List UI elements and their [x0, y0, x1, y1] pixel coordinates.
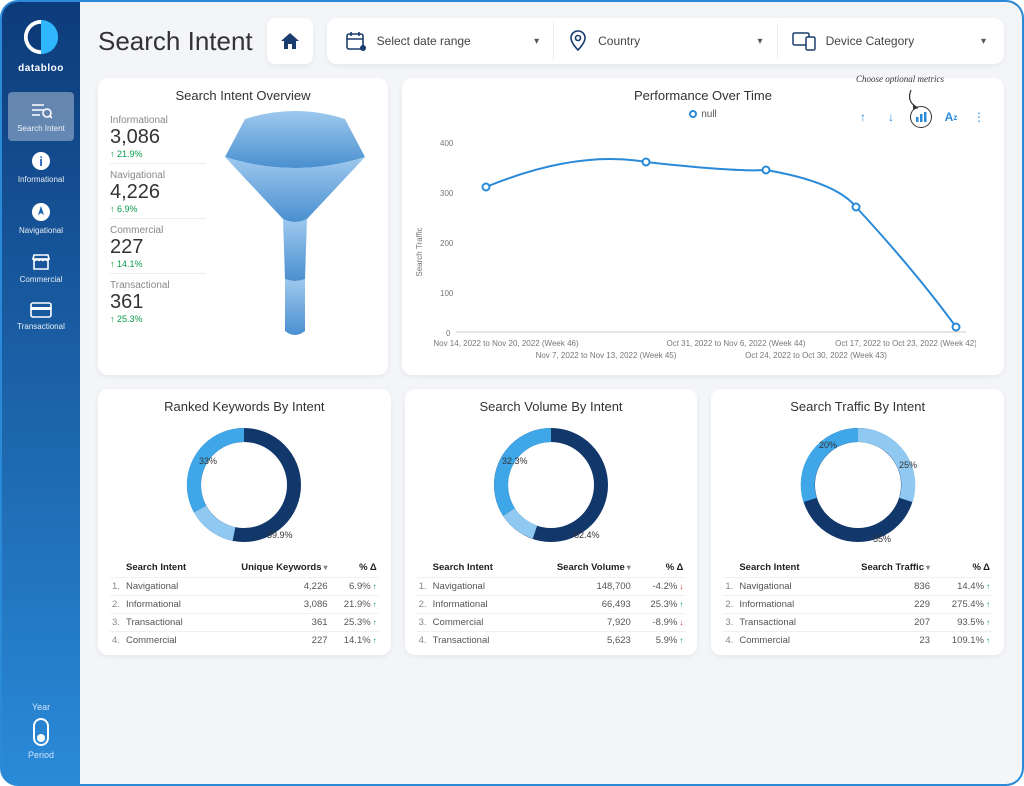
compass-icon	[2, 202, 80, 222]
home-button[interactable]	[267, 18, 313, 64]
home-icon	[279, 31, 301, 51]
table-row: 1.Navigational83614.4%↑	[723, 578, 992, 596]
donut-chart: 20% 25% 55%	[723, 420, 992, 550]
table-row: 1.Navigational148,700-4.2%↓	[417, 578, 686, 596]
card-performance-over-time: Choose optional metrics Performance Over…	[402, 78, 1004, 375]
donut-chart: 33% 59.9%	[110, 420, 379, 550]
funnel-chart	[214, 109, 376, 339]
page-title: Search Intent	[98, 26, 253, 57]
card-title: Search Intent Overview	[110, 88, 376, 103]
sort-asc-icon[interactable]: ↑	[854, 108, 872, 126]
card-search-intent-overview: Search Intent Overview Informational 3,0…	[98, 78, 388, 375]
svg-text:400: 400	[440, 139, 454, 148]
svg-text:Oct 31, 2022 to Nov 6, 2022 (W: Oct 31, 2022 to Nov 6, 2022 (Week 44)	[666, 339, 805, 348]
table-row: 2.Informational3,08621.9%↑	[110, 596, 379, 614]
svg-text:Nov 14, 2022 to Nov 20, 2022 (: Nov 14, 2022 to Nov 20, 2022 (Week 46)	[433, 339, 579, 348]
device-icon	[792, 31, 816, 51]
svg-text:Search Traffic: Search Traffic	[416, 227, 424, 276]
sort-desc-icon[interactable]: ↓	[882, 108, 900, 126]
filter-country[interactable]: Country ▾	[553, 22, 776, 60]
svg-text:32.3%: 32.3%	[502, 456, 528, 466]
logo: databloo	[18, 18, 64, 74]
annotation-text: Choose optional metrics	[856, 74, 944, 84]
location-icon	[568, 30, 588, 52]
main-content: Search Intent Select date range ▾ Countr…	[80, 2, 1022, 784]
sidebar: databloo Search Intent i Informational N…	[2, 2, 80, 784]
card-icon	[2, 302, 80, 318]
sidebar-item-search-intent[interactable]: Search Intent	[8, 92, 74, 141]
sidebar-item-label: Informational	[2, 175, 80, 184]
table-row: 4.Commercial23109.1%↑	[723, 632, 992, 650]
calendar-icon	[345, 31, 367, 51]
sidebar-item-label: Commercial	[2, 275, 80, 284]
svg-text:0: 0	[446, 329, 451, 338]
svg-text:Oct 24, 2022 to Oct 30, 2022 (: Oct 24, 2022 to Oct 30, 2022 (Week 43)	[745, 351, 887, 360]
sidebar-item-label: Search Intent	[8, 124, 74, 133]
svg-text:i: i	[39, 154, 43, 169]
brand-name: databloo	[18, 63, 64, 74]
svg-text:33%: 33%	[199, 456, 217, 466]
svg-text:300: 300	[440, 189, 454, 198]
filter-label: Device Category	[826, 34, 915, 48]
table-row: 1.Navigational4,2266.9%↑	[110, 578, 379, 596]
svg-text:59.9%: 59.9%	[267, 530, 293, 540]
sidebar-item-label: Transactional	[2, 322, 80, 331]
sidebar-item-navigational[interactable]: Navigational	[2, 192, 80, 243]
card-title: Ranked Keywords By Intent	[110, 399, 379, 414]
chevron-down-icon: ▾	[981, 36, 986, 47]
svg-text:Nov 7, 2022 to Nov 13, 2022 (W: Nov 7, 2022 to Nov 13, 2022 (Week 45)	[536, 351, 677, 360]
chevron-down-icon: ▾	[758, 36, 763, 47]
filter-date-range[interactable]: Select date range ▾	[331, 23, 553, 59]
search-traffic-table: Search IntentSearch Traffic▾% Δ 1.Naviga…	[723, 558, 992, 649]
overview-row-transactional: Transactional 361 ↑ 25.3%	[110, 273, 206, 328]
sidebar-item-informational[interactable]: i Informational	[2, 141, 80, 192]
store-icon	[2, 253, 80, 271]
svg-text:200: 200	[440, 239, 454, 248]
more-options-icon[interactable]: ⋮	[970, 108, 988, 126]
chevron-down-icon: ▾	[534, 36, 539, 47]
table-row: 4.Commercial22714.1%↑	[110, 632, 379, 650]
table-row: 3.Transactional20793.5%↑	[723, 614, 992, 632]
search-volume-table: Search IntentSearch Volume▾% Δ 1.Navigat…	[417, 558, 686, 649]
overview-row-informational: Informational 3,086 ↑ 21.9%	[110, 109, 206, 163]
card-ranked-keywords: Ranked Keywords By Intent 33% 59.9% Sear…	[98, 389, 391, 655]
ranked-keywords-table: Search IntentUnique Keywords▾% Δ 1.Navig…	[110, 558, 379, 649]
overview-row-commercial: Commercial 227 ↑ 14.1%	[110, 218, 206, 273]
table-row: 2.Informational66,49325.3%↑	[417, 596, 686, 614]
svg-text:55%: 55%	[873, 534, 891, 544]
filter-label: Country	[598, 34, 640, 48]
sidebar-item-label: Navigational	[2, 226, 80, 235]
text-format-icon[interactable]: Az	[942, 108, 960, 126]
chart-settings-icon[interactable]	[910, 106, 932, 128]
card-title: Search Volume By Intent	[417, 399, 686, 414]
filter-device[interactable]: Device Category ▾	[777, 23, 1000, 59]
line-chart: Search Traffic 400 300 200 100 0	[416, 132, 990, 367]
table-row: 3.Commercial7,920-8.9%↓	[417, 614, 686, 632]
sidebar-item-transactional[interactable]: Transactional	[2, 292, 80, 339]
donut-chart: 32.3% 62.4%	[417, 420, 686, 550]
svg-text:20%: 20%	[819, 440, 837, 450]
svg-text:Oct 17, 2022 to Oct 23, 2022 (: Oct 17, 2022 to Oct 23, 2022 (Week 42)	[835, 339, 976, 348]
search-list-icon	[8, 102, 74, 120]
svg-text:100: 100	[440, 289, 454, 298]
card-search-traffic: Search Traffic By Intent 20% 25% 55%	[711, 389, 1004, 655]
card-title: Search Traffic By Intent	[723, 399, 992, 414]
year-label: Year	[28, 702, 54, 712]
info-icon: i	[2, 151, 80, 171]
svg-text:25%: 25%	[899, 460, 917, 470]
table-row: 2.Informational229275.4%↑	[723, 596, 992, 614]
table-row: 3.Transactional36125.3%↑	[110, 614, 379, 632]
period-toggle[interactable]	[33, 718, 49, 746]
filter-label: Select date range	[377, 34, 471, 48]
table-row: 4.Transactional5,6235.9%↑	[417, 632, 686, 650]
card-search-volume: Search Volume By Intent 32.3% 62.4% Sear…	[405, 389, 698, 655]
sidebar-item-commercial[interactable]: Commercial	[2, 243, 80, 292]
period-label: Period	[28, 750, 54, 760]
svg-text:62.4%: 62.4%	[574, 530, 600, 540]
overview-row-navigational: Navigational 4,226 ↑ 6.9%	[110, 163, 206, 218]
